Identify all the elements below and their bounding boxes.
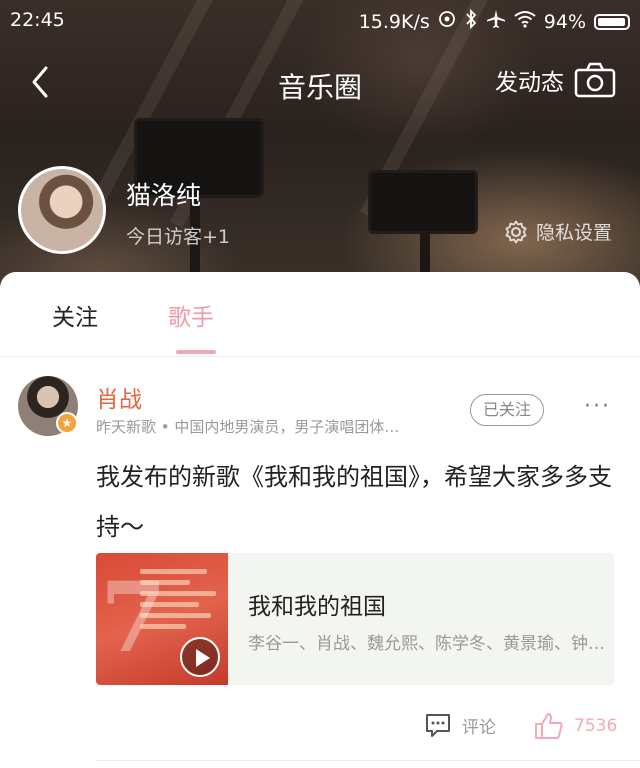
like-button[interactable]: 7536 bbox=[534, 712, 617, 740]
status-bar: 22:45 15.9K/s 94% bbox=[0, 0, 640, 44]
camera-icon bbox=[574, 62, 616, 98]
gear-icon bbox=[505, 220, 527, 243]
privacy-settings-button[interactable]: 隐私设置 bbox=[504, 218, 612, 245]
song-title: 我和我的祖国 bbox=[248, 594, 386, 620]
comment-icon bbox=[426, 714, 450, 737]
thumbs-up-icon bbox=[535, 713, 563, 739]
post-meta: 昨天新歌 • 中国内地男演员，男子演唱团体… bbox=[96, 418, 400, 436]
comment-label: 评论 bbox=[462, 717, 496, 738]
feed-card: 关注 歌手 ★ 肖战 昨天新歌 • 中国内地男演员，男子演唱团体… 已关注 ··… bbox=[0, 272, 640, 768]
user-name[interactable]: 猫洛纯 bbox=[126, 176, 201, 212]
tab-active-indicator bbox=[176, 350, 216, 354]
hotspot-icon bbox=[438, 10, 456, 33]
post-status-button[interactable]: 发动态 bbox=[495, 62, 616, 98]
tab-bar: 关注 歌手 bbox=[0, 272, 640, 357]
divider bbox=[96, 760, 640, 761]
post-text: 我发布的新歌《我和我的祖国》，希望大家多多支持～ bbox=[96, 463, 612, 541]
user-avatar[interactable] bbox=[18, 166, 106, 254]
header-background-image bbox=[0, 0, 640, 300]
song-card[interactable]: 7 我和我的祖国 李谷一、肖战、魏允熙、陈学冬、黄景瑜、钟… bbox=[96, 553, 614, 685]
tab-following[interactable]: 关注 bbox=[52, 298, 98, 332]
post-author-name[interactable]: 肖战 bbox=[96, 380, 142, 414]
tab-singers[interactable]: 歌手 bbox=[168, 298, 214, 332]
play-icon[interactable] bbox=[180, 637, 220, 677]
airplane-icon bbox=[486, 9, 506, 34]
more-options-button[interactable]: ··· bbox=[584, 394, 611, 419]
network-speed: 15.9K/s bbox=[358, 10, 430, 33]
nav-bar: 音乐圈 发动态 bbox=[0, 52, 640, 112]
post-actions: 评论 7536 bbox=[0, 706, 640, 746]
follow-status-button[interactable]: 已关注 bbox=[470, 394, 544, 426]
verified-star-icon: ★ bbox=[56, 412, 78, 434]
status-time: 22:45 bbox=[10, 9, 65, 31]
visitor-count[interactable]: 今日访客+1 bbox=[126, 222, 230, 249]
like-count: 7536 bbox=[574, 716, 618, 736]
battery-icon bbox=[594, 13, 630, 30]
battery-percent: 94% bbox=[543, 10, 586, 33]
bluetooth-icon bbox=[464, 8, 478, 34]
song-cover-image: 7 bbox=[96, 553, 228, 685]
comment-button[interactable]: 评论 bbox=[424, 712, 496, 738]
song-artists: 李谷一、肖战、魏允熙、陈学冬、黄景瑜、钟… bbox=[248, 634, 604, 654]
post-status-label: 发动态 bbox=[495, 70, 564, 96]
privacy-settings-label: 隐私设置 bbox=[535, 222, 612, 244]
wifi-icon bbox=[514, 10, 536, 33]
cover-decoration bbox=[140, 563, 224, 635]
